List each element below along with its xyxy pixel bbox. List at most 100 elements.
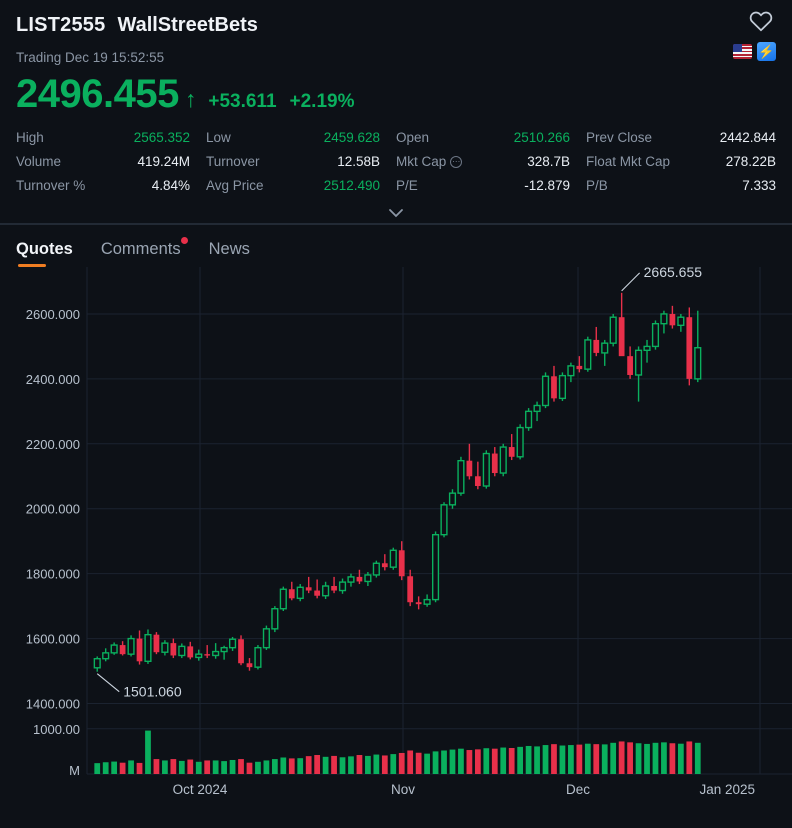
volume-bar [491, 748, 498, 774]
candlestick [220, 645, 228, 660]
candlestick [601, 339, 609, 366]
volume-bar [331, 755, 337, 774]
volume-bar [390, 754, 397, 774]
stat-value: -12.879 [524, 178, 570, 193]
candlestick [448, 489, 457, 509]
volume-bar [145, 730, 151, 774]
candlestick [279, 586, 287, 611]
candlestick [356, 569, 363, 585]
stat-value: 2510.266 [513, 130, 570, 145]
volume-bar [128, 760, 134, 774]
stat-label: Prev Close [586, 130, 653, 145]
stat-label: Volume [16, 154, 62, 169]
y-axis-tick: 2400.000 [26, 372, 80, 387]
volume-bar [187, 759, 194, 774]
candlestick [271, 606, 279, 633]
stat-label: Float Mkt Cap [586, 154, 671, 169]
price-chart[interactable]: 2600.000 2400.000 2200.000 2000.000 1800.000… [0, 267, 792, 819]
candlestick [204, 645, 211, 659]
volume-bar [297, 758, 304, 774]
candlestick [338, 578, 347, 594]
heart-icon[interactable] [748, 8, 774, 34]
stat-p-b: P/B 7.333 [586, 178, 776, 193]
collapse-stats-button[interactable] [16, 203, 776, 223]
volume-bar [601, 744, 608, 774]
volume-bar [407, 750, 414, 774]
candlestick [694, 310, 702, 383]
volume-bar [483, 748, 490, 774]
candlestick [288, 581, 295, 601]
y-axis-tick: 1600.000 [26, 632, 80, 647]
volume-bar [661, 742, 667, 774]
volume-bar [229, 759, 236, 774]
tab-comments[interactable]: Comments [101, 237, 188, 267]
candlestick [136, 630, 143, 665]
volume-bar [677, 743, 684, 774]
stat-value: 4.84% [151, 178, 190, 193]
status-row: Trading Dec 19 15:52:55 [16, 44, 776, 70]
stat-label: Low [206, 130, 231, 145]
volume-bar [111, 761, 118, 774]
tab-quotes[interactable]: Quotes [16, 240, 73, 267]
volume-bar [255, 761, 261, 774]
notification-badge [180, 237, 188, 244]
stat-label: Open [396, 130, 430, 145]
volume-bar [593, 744, 600, 774]
volume-bar [94, 763, 101, 774]
volume-bar [305, 756, 312, 774]
stat-high: High 2565.352 [16, 130, 206, 145]
candlestick [669, 305, 676, 329]
instrument-header: LIST2555 WallStreetBets Trading Dec 19 1… [0, 0, 792, 223]
volume-bar [365, 755, 371, 774]
price-change-percent: +2.19% [289, 91, 355, 112]
volume-bar [170, 759, 177, 774]
candlestick [398, 541, 405, 581]
candlestick [127, 635, 135, 657]
volume-bar [136, 762, 143, 774]
candlestick [144, 629, 152, 664]
candlestick [228, 636, 237, 651]
stat-value: 328.7B [527, 154, 570, 169]
candlestick [466, 443, 473, 480]
tab-news[interactable]: News [209, 240, 250, 267]
y-axis-tick: 2600.000 [26, 307, 80, 322]
info-icon[interactable]: ··· [450, 155, 463, 168]
candlestick [161, 640, 169, 656]
volume-bar [576, 744, 583, 774]
stat-value: 278.22B [725, 154, 776, 169]
volume-bar [686, 741, 693, 774]
lightning-bolt-icon[interactable]: ⚡ [757, 42, 776, 61]
low-annotation-label: 1501.060 [123, 684, 182, 700]
candlestick [584, 336, 592, 372]
candlestick [195, 649, 203, 661]
stat-mkt-cap: Mkt Cap ··· 328.7B [396, 154, 586, 169]
stat-low: Low 2459.628 [206, 130, 396, 145]
candlestick-chart-svg[interactable]: 2600.000 2400.000 2200.000 2000.000 1800.000… [0, 267, 792, 819]
y-axis-tick: 2000.000 [26, 502, 80, 517]
candlestick [516, 424, 524, 460]
candlestick [212, 643, 220, 659]
candlestick [643, 339, 651, 363]
last-price: 2496.455 [16, 72, 179, 116]
candlestick [634, 346, 643, 402]
volume-bar [263, 760, 270, 774]
candlestick [187, 641, 194, 660]
candlestick [482, 450, 490, 489]
volume-bar [153, 759, 160, 774]
stat-value: 419.24M [137, 154, 190, 169]
candlestick [372, 560, 380, 578]
volume-bar [610, 742, 617, 774]
stat-value: 2565.352 [133, 130, 190, 145]
candlestick [389, 547, 397, 570]
volume-bar [559, 745, 566, 774]
candlestick [499, 443, 507, 477]
candlestick [474, 461, 481, 490]
candlestick [153, 632, 160, 655]
stat-label: Turnover % [16, 178, 86, 193]
candlestick [533, 401, 541, 422]
y-axis-tick: 1400.000 [26, 697, 80, 712]
stat-float-mkt-cap: Float Mkt Cap 278.22B [586, 154, 776, 169]
volume-bar [178, 760, 185, 774]
market-badges: ⚡ [733, 42, 776, 61]
stat-open: Open 2510.266 [396, 130, 586, 145]
